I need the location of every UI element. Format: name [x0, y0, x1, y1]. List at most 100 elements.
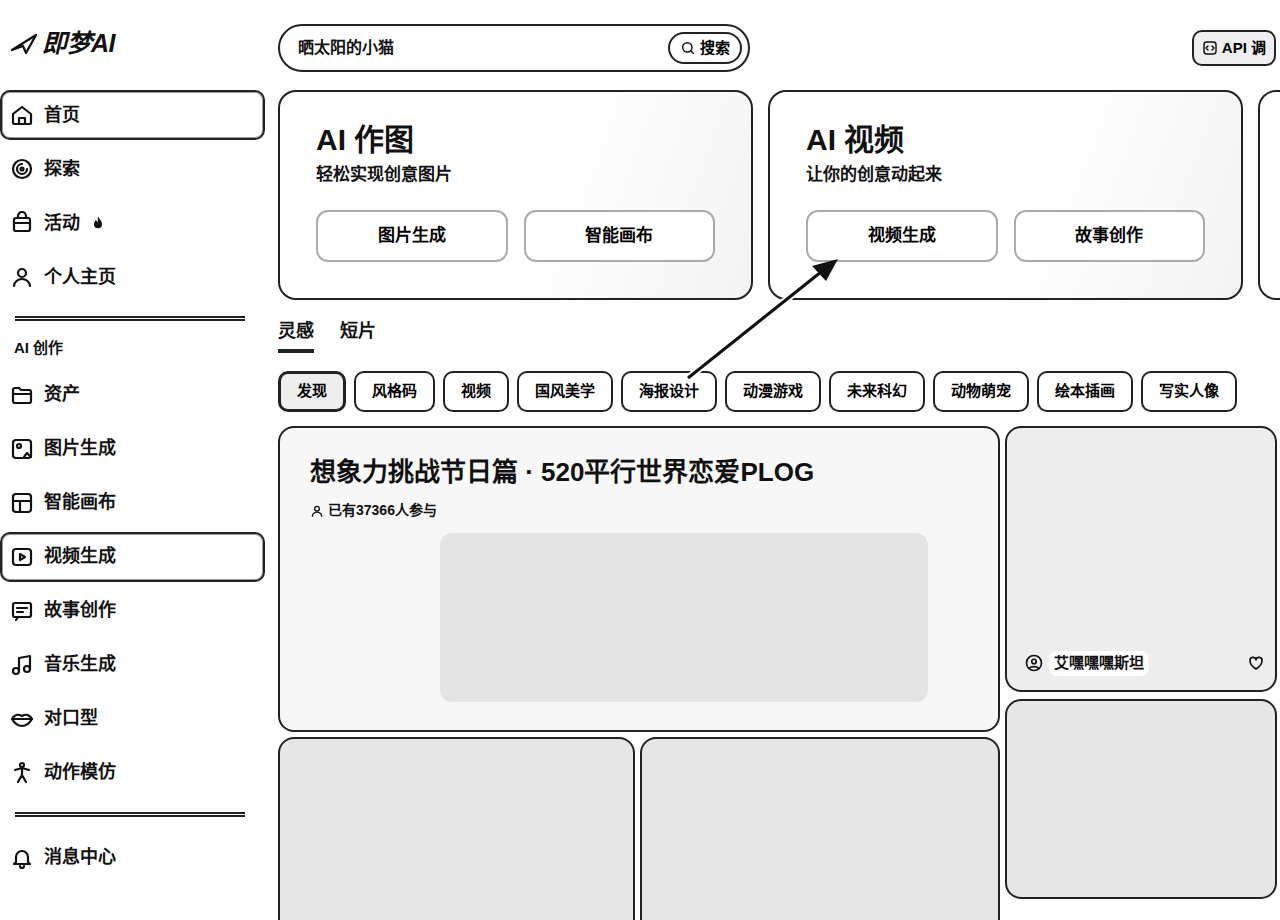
- sidebar-item[interactable]: 故事创作: [0, 586, 265, 636]
- category-chip[interactable]: 未来科幻: [829, 371, 925, 412]
- category-chip[interactable]: 动物萌宠: [933, 371, 1029, 412]
- api-button[interactable]: API 调: [1192, 30, 1276, 67]
- main-content: 搜索 API 调 AI 作图轻松实现创意图片图片生成智能画布 AI 视频让你的创意动起…: [265, 0, 1280, 920]
- hero-button[interactable]: 智能画布: [524, 210, 716, 262]
- search-input[interactable]: [296, 35, 668, 61]
- feed-card[interactable]: [1005, 699, 1277, 899]
- author-name[interactable]: 艾嘿嘿嘿斯坦: [1049, 651, 1149, 676]
- sidebar-label: 图片生成: [44, 435, 116, 462]
- sidebar-item[interactable]: 对口型: [0, 694, 265, 744]
- bell-icon: [10, 846, 34, 870]
- story-icon: [10, 599, 34, 623]
- category-chips: 发现风格码视频国风美学海报设计动漫游戏未来科幻动物萌宠绘本插画写实人像: [278, 371, 1280, 412]
- sidebar-label: 对口型: [44, 705, 98, 732]
- sidebar-item[interactable]: 探索: [0, 144, 265, 194]
- sidebar-item[interactable]: 动作模仿: [0, 748, 265, 798]
- feed-column: 想象力挑战节日篇 · 520平行世界恋爱PLOG 已有37366人参与: [278, 426, 1000, 920]
- sidebar-label: 智能画布: [44, 489, 116, 516]
- category-chip[interactable]: 发现: [278, 371, 346, 412]
- feed-card[interactable]: [640, 737, 1000, 920]
- hero-card: AI 作图轻松实现创意图片图片生成智能画布: [278, 90, 753, 300]
- video-icon: [10, 545, 34, 569]
- sidebar-item[interactable]: 个人主页: [0, 252, 265, 302]
- sidebar-item[interactable]: 消息中心: [0, 833, 265, 883]
- sidebar-item[interactable]: 首页: [0, 90, 265, 140]
- explore-icon: [10, 157, 34, 181]
- hero-button[interactable]: 视频生成: [806, 210, 998, 262]
- folder-icon: [10, 383, 34, 407]
- sidebar-label: 音乐生成: [44, 651, 116, 678]
- hero-buttons: 视频生成故事创作: [806, 210, 1205, 262]
- logo-text: 即梦AI: [42, 25, 115, 63]
- category-chip[interactable]: 海报设计: [621, 371, 717, 412]
- sidebar-label: 首页: [44, 102, 80, 129]
- participants: 已有37366人参与: [310, 500, 968, 521]
- tab[interactable]: 灵感: [278, 318, 314, 353]
- hero-card[interactable]: [1258, 90, 1280, 300]
- category-chip[interactable]: 写实人像: [1141, 371, 1237, 412]
- avatar-icon: [1025, 654, 1043, 672]
- sidebar-divider: [15, 316, 245, 321]
- search-bar: 搜索: [278, 24, 750, 72]
- search-button-label: 搜索: [700, 37, 730, 60]
- category-chip[interactable]: 绘本插画: [1037, 371, 1133, 412]
- feed-column: 艾嘿嘿嘿斯坦: [1005, 426, 1277, 920]
- search-button[interactable]: 搜索: [668, 32, 742, 65]
- featured-illustration: [440, 533, 928, 702]
- sidebar-label: 活动: [44, 210, 80, 237]
- hero-button[interactable]: 故事创作: [1014, 210, 1206, 262]
- sidebar-label: 个人主页: [44, 264, 116, 291]
- sidebar-item[interactable]: 活动: [0, 198, 265, 248]
- hero-title: AI 视频: [806, 122, 1205, 158]
- lips-icon: [10, 707, 34, 731]
- sidebar-item[interactable]: 视频生成: [0, 532, 265, 582]
- tab-bar: 灵感短片: [278, 318, 1280, 353]
- person-icon: [310, 504, 324, 518]
- logo[interactable]: 即梦AI: [0, 18, 265, 70]
- bag-icon: [10, 211, 34, 235]
- card-author: 艾嘿嘿嘿斯坦: [1025, 651, 1265, 676]
- music-note-icon: [10, 653, 34, 677]
- magnifier-icon: [680, 40, 696, 56]
- participants-count: 已有37366人参与: [328, 500, 437, 521]
- sidebar-item[interactable]: 图片生成: [0, 424, 265, 474]
- sidebar: 即梦AI 首页探索活动个人主页 AI 创作资产图片生成智能画布视频生成故事创作音乐生…: [0, 0, 265, 920]
- hero-button[interactable]: 图片生成: [316, 210, 508, 262]
- image-icon: [10, 437, 34, 461]
- logo-icon: [10, 32, 38, 56]
- api-label: API 调: [1222, 37, 1266, 60]
- person-icon: [10, 265, 34, 289]
- figure-icon: [10, 761, 34, 785]
- category-chip[interactable]: 视频: [443, 371, 509, 412]
- fire-icon: [90, 215, 106, 231]
- sidebar-divider: [15, 812, 245, 817]
- hero-row: AI 作图轻松实现创意图片图片生成智能画布 AI 视频让你的创意动起来视频生成故事…: [278, 90, 1280, 300]
- hero-subtitle: 让你的创意动起来: [806, 162, 1205, 188]
- category-chip[interactable]: 动漫游戏: [725, 371, 821, 412]
- sidebar-item[interactable]: 资产: [0, 370, 265, 420]
- code-icon: [1202, 40, 1218, 56]
- featured-card[interactable]: 想象力挑战节日篇 · 520平行世界恋爱PLOG 已有37366人参与: [278, 426, 1000, 732]
- sidebar-label: 故事创作: [44, 597, 116, 624]
- home-icon: [10, 103, 34, 127]
- tab[interactable]: 短片: [340, 318, 376, 353]
- top-bar: 搜索 API 调: [278, 24, 1280, 72]
- hero-buttons: 图片生成智能画布: [316, 210, 715, 262]
- canvas-icon: [10, 491, 34, 515]
- category-chip[interactable]: 国风美学: [517, 371, 613, 412]
- feed-card[interactable]: [278, 737, 635, 920]
- sidebar-label: 消息中心: [44, 844, 116, 871]
- section-label: AI 创作: [0, 337, 265, 360]
- feed: 想象力挑战节日篇 · 520平行世界恋爱PLOG 已有37366人参与艾嘿嘿嘿斯坦: [278, 426, 1280, 920]
- heart-icon[interactable]: [1247, 654, 1265, 672]
- featured-title: 想象力挑战节日篇 · 520平行世界恋爱PLOG: [310, 456, 968, 489]
- sidebar-item[interactable]: 音乐生成: [0, 640, 265, 690]
- sidebar-label: 动作模仿: [44, 759, 116, 786]
- feed-row: [278, 737, 1000, 920]
- hero-title: AI 作图: [316, 122, 715, 158]
- sidebar-item[interactable]: 智能画布: [0, 478, 265, 528]
- category-chip[interactable]: 风格码: [354, 371, 435, 412]
- feed-card[interactable]: 艾嘿嘿嘿斯坦: [1005, 426, 1277, 692]
- sidebar-label: 视频生成: [44, 543, 116, 570]
- sidebar-label: 探索: [44, 156, 80, 183]
